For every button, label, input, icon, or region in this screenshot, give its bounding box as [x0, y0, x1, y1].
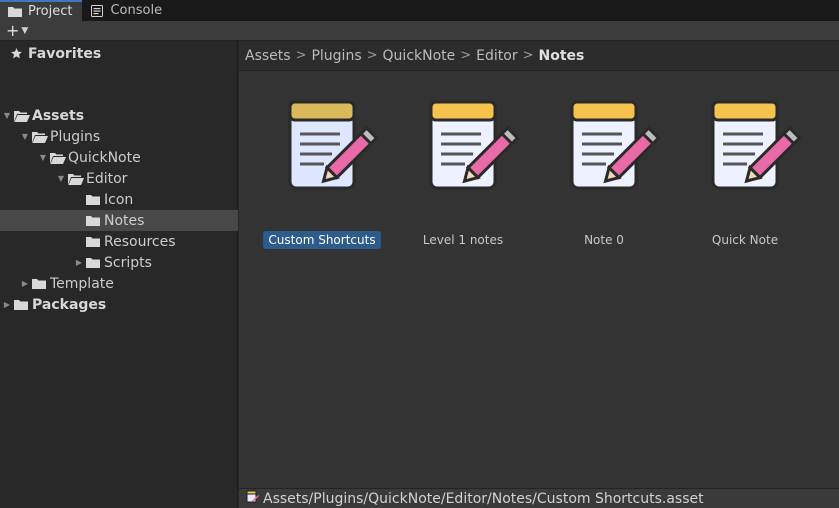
tree-item-plugins[interactable]: ▼ Plugins [0, 126, 238, 147]
tree-item-assets[interactable]: ▼ Assets [0, 105, 238, 126]
tree-item-scripts[interactable]: ▶ Scripts [0, 252, 238, 273]
asset-label: Level 1 notes [422, 233, 504, 247]
tree-item-packages[interactable]: ▶ Packages [0, 294, 238, 315]
tree-item-favorites[interactable]: Favorites [0, 43, 238, 64]
expand-arrow-icon[interactable]: ▼ [2, 111, 12, 120]
folder-icon [8, 6, 22, 18]
expand-arrow-icon[interactable]: ▼ [38, 153, 48, 162]
tree-label: QuickNote [68, 149, 141, 166]
expand-arrow-icon[interactable]: ▼ [20, 132, 30, 141]
status-bar: Assets/Plugins/QuickNote/Editor/Notes/Cu… [239, 488, 839, 508]
expand-arrow-icon[interactable]: ▼ [56, 174, 66, 183]
breadcrumb-current: Notes [538, 47, 585, 64]
asset-browser: Assets > Plugins > QuickNote > Editor > … [239, 41, 839, 488]
tree-item-quicknote[interactable]: ▼ QuickNote [0, 147, 238, 168]
toolbar: + ▼ [0, 21, 839, 41]
tree-item-template[interactable]: ▶ Template [0, 273, 238, 294]
folder-tree: Favorites ▼ Assets ▼ Plugins ▼ QuickNote… [0, 41, 238, 508]
tree-label: Plugins [50, 128, 101, 145]
tree-label: Icon [104, 191, 134, 208]
breadcrumb-separator: > [295, 48, 307, 63]
asset-item[interactable]: Custom Shortcuts [257, 72, 387, 262]
note-asset-icon [570, 100, 661, 190]
breadcrumb-item-editor[interactable]: Editor [476, 48, 517, 64]
tree-label: Packages [32, 296, 107, 313]
folder-open-icon [32, 130, 48, 143]
tree-label: Assets [32, 107, 85, 124]
breadcrumb-separator: > [366, 48, 378, 63]
folder-icon [14, 298, 30, 311]
breadcrumb-item-assets[interactable]: Assets [245, 48, 291, 64]
star-icon [10, 47, 26, 60]
folder-icon [86, 193, 102, 206]
breadcrumb-item-quicknote[interactable]: QuickNote [383, 48, 456, 64]
selected-asset-path: Assets/Plugins/QuickNote/Editor/Notes/Cu… [263, 490, 704, 507]
asset-label: Custom Shortcuts [257, 231, 387, 249]
tab-bar: Project Console [0, 0, 839, 21]
note-asset-icon [429, 100, 520, 190]
asset-label: Quick Note [711, 233, 779, 247]
asset-item[interactable]: Note 0 [539, 72, 669, 262]
chevron-down-icon: ▼ [21, 25, 29, 36]
folder-open-icon [50, 151, 66, 164]
folder-icon [86, 214, 102, 227]
asset-label: Note 0 [584, 233, 624, 247]
folder-icon [86, 256, 102, 269]
tree-label: Template [50, 275, 114, 292]
tree-label: Editor [86, 170, 128, 187]
tab-console[interactable]: Console [82, 0, 173, 21]
tree-item-notes[interactable]: Notes [0, 210, 238, 231]
create-asset-button[interactable]: + ▼ [6, 20, 29, 40]
note-asset-icon [711, 100, 802, 190]
tree-item-resources[interactable]: Resources [0, 231, 238, 252]
tab-project[interactable]: Project [0, 0, 83, 21]
tree-item-icon[interactable]: Icon [0, 189, 238, 210]
folder-icon [86, 235, 102, 248]
asset-item[interactable]: Level 1 notes [398, 72, 528, 262]
tree-label: Scripts [104, 254, 152, 271]
collapse-arrow-icon[interactable]: ▶ [2, 300, 12, 309]
note-asset-icon [288, 100, 379, 190]
project-window: Project Console + ▼ Favorites ▼ Assets ▼… [0, 0, 839, 508]
note-file-icon [246, 490, 259, 507]
plus-icon: + [6, 20, 20, 40]
folder-open-icon [68, 172, 84, 185]
breadcrumb-item-plugins[interactable]: Plugins [311, 48, 361, 64]
folder-icon [32, 277, 48, 290]
tree-item-editor[interactable]: ▼ Editor [0, 168, 238, 189]
tree-label: Notes [104, 212, 145, 229]
folder-open-icon [14, 109, 30, 122]
asset-item[interactable]: Quick Note [680, 72, 810, 262]
tree-label: Resources [104, 233, 176, 250]
breadcrumb-separator: > [460, 48, 472, 63]
collapse-arrow-icon[interactable]: ▶ [20, 279, 30, 288]
console-icon [90, 4, 104, 17]
collapse-arrow-icon[interactable]: ▶ [74, 258, 84, 267]
breadcrumb-separator: > [522, 48, 534, 63]
tab-console-label: Console [110, 3, 163, 18]
breadcrumb: Assets > Plugins > QuickNote > Editor > … [239, 41, 839, 71]
tab-project-label: Project [28, 4, 73, 19]
tree-label: Favorites [28, 45, 102, 62]
